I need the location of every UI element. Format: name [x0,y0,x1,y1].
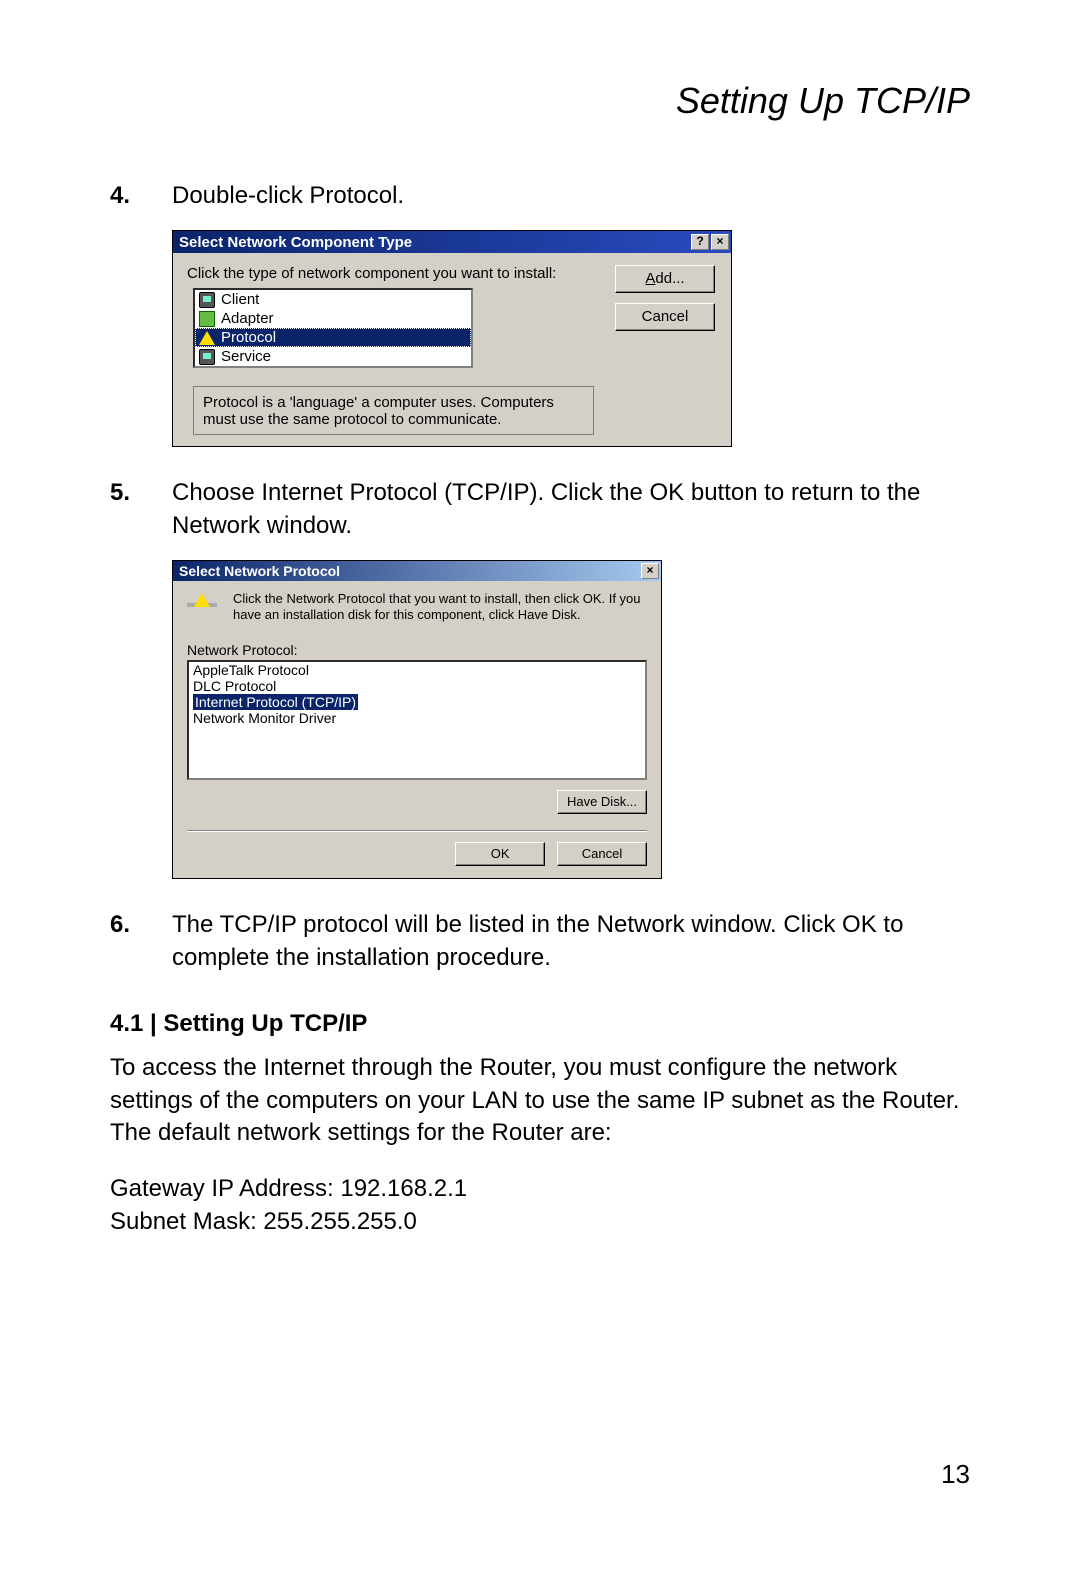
step-number: 5. [110,477,172,542]
list-item-label: Client [221,291,259,308]
cancel-button[interactable]: Cancel [615,303,715,331]
client-icon [199,292,215,308]
close-button[interactable]: × [641,563,659,579]
component-type-listbox[interactable]: Client Adapter Protocol Service [193,288,473,368]
list-item-protocol[interactable]: Protocol [195,328,471,347]
service-icon [199,349,215,365]
list-item-service[interactable]: Service [195,347,471,366]
ok-button[interactable]: OK [455,842,545,866]
list-item-appletalk[interactable]: AppleTalk Protocol [189,662,313,678]
list-item-adapter[interactable]: Adapter [195,309,471,328]
adapter-icon [199,311,215,327]
list-item-tcpip[interactable]: Internet Protocol (TCP/IP) [193,694,358,710]
section-paragraph: To access the Internet through the Route… [110,1052,970,1149]
list-item-netmon[interactable]: Network Monitor Driver [189,710,340,726]
cancel-button[interactable]: Cancel [557,842,647,866]
network-defaults: Gateway IP Address: 192.168.2.1 Subnet M… [110,1173,970,1238]
have-disk-button[interactable]: Have Disk... [557,790,647,814]
page-number: 13 [941,1459,970,1490]
protocol-icon [199,331,215,345]
step-6: 6. The TCP/IP protocol will be listed in… [110,909,970,974]
dialog-titlebar: Select Network Protocol × [173,561,661,581]
network-protocol-listbox[interactable]: AppleTalk Protocol DLC Protocol Internet… [187,660,647,780]
gateway-line: Gateway IP Address: 192.168.2.1 [110,1175,467,1202]
subnet-line: Subnet Mask: 255.255.255.0 [110,1208,417,1235]
list-item-label: Protocol [221,329,276,346]
step-text: Double-click Protocol. [172,180,970,212]
component-description: Protocol is a 'language' a computer uses… [193,386,595,436]
select-component-type-dialog: Select Network Component Type ? × Click … [172,230,732,447]
step-text: Choose Internet Protocol (TCP/IP). Click… [172,477,970,542]
dialog-title: Select Network Protocol [179,563,340,579]
dialog-titlebar: Select Network Component Type ? × [173,231,731,253]
step-number: 6. [110,909,172,974]
section-heading: 4.1 | Setting Up TCP/IP [110,1010,970,1038]
dialog-instruction: Click the Network Protocol that you want… [233,591,647,622]
protocol-icon [187,591,219,615]
list-item-client[interactable]: Client [195,290,471,309]
step-text: The TCP/IP protocol will be listed in th… [172,909,970,974]
divider [187,830,647,832]
dialog-instruction: Click the type of network component you … [187,265,601,282]
listbox-label: Network Protocol: [187,642,647,658]
step-4: 4. Double-click Protocol. [110,180,970,212]
close-button[interactable]: × [711,234,729,250]
add-button[interactable]: Add... [615,265,715,293]
list-item-label: Adapter [221,310,274,327]
dialog-title: Select Network Component Type [179,234,412,251]
step-5: 5. Choose Internet Protocol (TCP/IP). Cl… [110,477,970,542]
list-item-dlc[interactable]: DLC Protocol [189,678,280,694]
list-item-label: Service [221,348,271,365]
select-network-protocol-dialog: Select Network Protocol × Click the Netw… [172,560,662,879]
page-title: Setting Up TCP/IP [110,80,970,122]
step-number: 4. [110,180,172,212]
help-button[interactable]: ? [691,234,709,250]
